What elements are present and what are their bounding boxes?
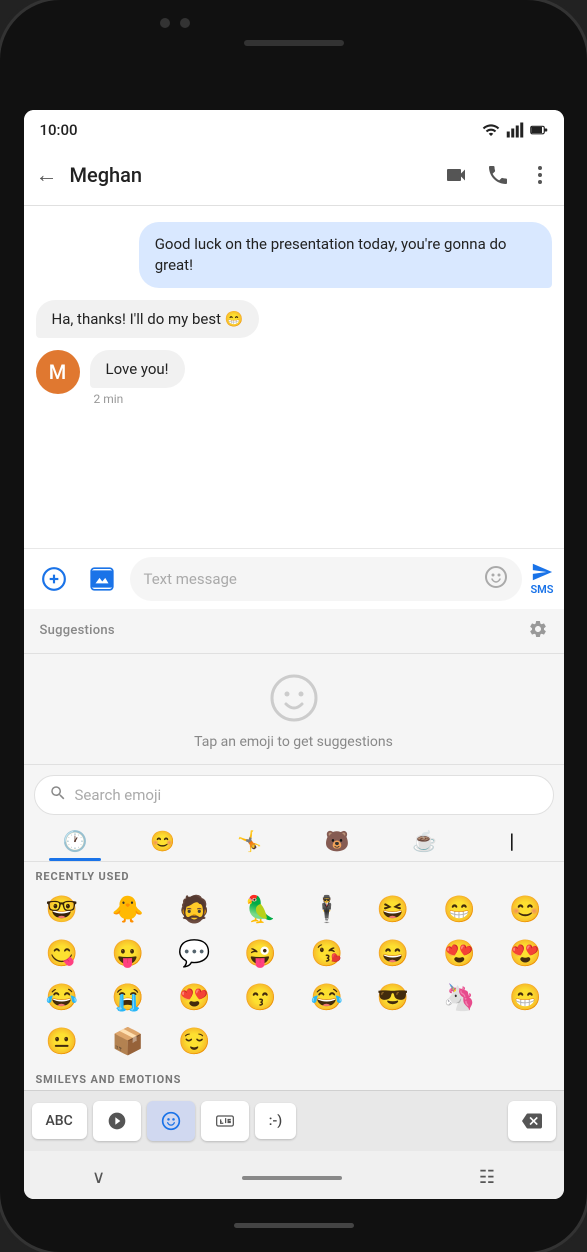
input-row: Text message SMS [24, 548, 564, 609]
emoji-keyboard: Search emoji 🕐 😊 🤸 🐻 ☕ | RECENTLY USED 🤓… [24, 765, 564, 1151]
incoming-bubbles-1: Ha, thanks! I'll do my best 😁 [36, 300, 260, 338]
nav-bar: ∨ ☷ [24, 1151, 564, 1199]
speaker-bar [244, 40, 344, 46]
tab-smileys[interactable]: 😊 [119, 821, 206, 861]
emoji-cell[interactable]: 😭 [96, 977, 160, 1019]
tab-more[interactable]: | [468, 821, 555, 861]
outgoing-message-1: Good luck on the presentation today, you… [139, 222, 552, 288]
emoji-search-box[interactable]: Search emoji [34, 775, 554, 815]
emoji-cell[interactable]: 😂 [295, 977, 359, 1019]
recently-used-label: RECENTLY USED [24, 862, 564, 887]
emoji-cell[interactable]: 🤓 [30, 889, 94, 931]
emoji-cell[interactable]: 🦄 [427, 977, 491, 1019]
add-button[interactable] [34, 559, 74, 599]
incoming-message-1: Ha, thanks! I'll do my best 😁 [36, 300, 260, 338]
backspace-button[interactable] [508, 1101, 556, 1141]
emoji-cell[interactable]: 😘 [295, 933, 359, 975]
text-input-area[interactable]: Text message [130, 557, 523, 601]
emoji-cell[interactable]: 🕴 [295, 889, 359, 931]
app-bar: ← Meghan [24, 146, 564, 206]
avatar: M [36, 350, 80, 394]
emoji-cell[interactable]: 📦 [96, 1021, 160, 1063]
incoming-bubbles-2: Love you! 2 min [90, 350, 185, 406]
emoji-category-tabs: 🕐 😊 🤸 🐻 ☕ | [24, 821, 564, 862]
contact-name: Meghan [70, 163, 444, 187]
emoji-cell[interactable]: 😐 [30, 1021, 94, 1063]
emoji-input-button[interactable] [484, 565, 508, 593]
emoji-keyboard-button[interactable] [147, 1101, 195, 1141]
search-icon [49, 784, 67, 806]
abc-button[interactable]: ABC [32, 1103, 87, 1139]
messages-area: Good luck on the presentation today, you… [24, 206, 564, 548]
emoji-cell[interactable]: 😁 [427, 889, 491, 931]
status-bar: 10:00 [24, 110, 564, 146]
emoji-cell[interactable]: 💬 [162, 933, 226, 975]
emoji-cell[interactable]: 😍 [493, 933, 557, 975]
emoji-cell[interactable]: 😍 [162, 977, 226, 1019]
tab-activities[interactable]: 🤸 [206, 821, 293, 861]
camera-dot-right [180, 18, 190, 28]
status-icons [482, 121, 548, 139]
nav-home-pill[interactable] [242, 1176, 342, 1180]
status-time: 10:00 [40, 121, 78, 139]
emoji-cell[interactable]: 😍 [427, 933, 491, 975]
bottom-indicator [234, 1223, 354, 1228]
emoji-cell[interactable]: 😂 [30, 977, 94, 1019]
message-time: 2 min [90, 392, 185, 406]
media-button[interactable] [82, 559, 122, 599]
emoji-cell[interactable]: 🦜 [228, 889, 292, 931]
smileys-label: SMILEYS AND EMOTIONS [24, 1065, 564, 1090]
emoji-cell[interactable]: 😁 [493, 977, 557, 1019]
suggestions-bar: Suggestions [24, 609, 564, 654]
nav-keyboard-button[interactable]: ☷ [479, 1167, 495, 1188]
camera-dot-left [160, 18, 170, 28]
tab-animals[interactable]: 🐻 [293, 821, 380, 861]
incoming-message-group-2: M Love you! 2 min [36, 350, 552, 406]
wifi-icon [482, 121, 500, 139]
emoji-cell[interactable]: 😛 [96, 933, 160, 975]
message-input-placeholder: Text message [144, 570, 477, 588]
recently-used-grid: 🤓🐥🧔🦜🕴😆😁😊😋😛💬😜😘😄😍😍😂😭😍😙😂😎🦄😁😐📦😌 [24, 887, 564, 1065]
text-emoji-button[interactable]: :-) [255, 1103, 296, 1139]
tap-emoji-hint: Tap an emoji to get suggestions [194, 734, 393, 750]
app-bar-actions [444, 163, 552, 187]
emoji-search-row: Search emoji [24, 765, 564, 821]
phone-frame: 10:00 ← Meghan Good luck on the presenta… [0, 0, 587, 1252]
signal-icon [506, 121, 524, 139]
video-call-icon[interactable] [444, 163, 468, 187]
tab-recent[interactable]: 🕐 [32, 821, 119, 861]
phone-screen: 10:00 ← Meghan Good luck on the presenta… [24, 110, 564, 1199]
phone-call-icon[interactable] [486, 163, 510, 187]
emoji-cell[interactable]: 🧔 [162, 889, 226, 931]
gif-input-button[interactable] [201, 1101, 249, 1141]
more-options-icon[interactable] [528, 163, 552, 187]
search-emoji-placeholder: Search emoji [75, 786, 162, 804]
back-button[interactable]: ← [36, 162, 58, 188]
stickers-button[interactable] [93, 1101, 141, 1141]
sms-send-button[interactable]: SMS [530, 561, 553, 596]
emoji-cell[interactable]: 😄 [361, 933, 425, 975]
emoji-cell[interactable]: 😜 [228, 933, 292, 975]
incoming-message-group-1: Ha, thanks! I'll do my best 😁 [36, 300, 552, 338]
suggestions-gear-button[interactable] [528, 619, 548, 643]
emoji-cell[interactable]: 😆 [361, 889, 425, 931]
battery-icon [530, 121, 548, 139]
incoming-message-2: Love you! [90, 350, 185, 388]
emoji-cell[interactable]: 😋 [30, 933, 94, 975]
nav-back-button[interactable]: ∨ [92, 1167, 105, 1188]
emoji-cell[interactable]: 😊 [493, 889, 557, 931]
suggestions-label: Suggestions [40, 623, 115, 638]
phone-top-bar [0, 0, 587, 54]
emoji-cell[interactable]: 😙 [228, 977, 292, 1019]
emoji-cell[interactable]: 🐥 [96, 889, 160, 931]
emoji-suggestions-area: Tap an emoji to get suggestions [24, 654, 564, 765]
smiley-outline-icon [268, 672, 320, 724]
emoji-cell[interactable]: 😎 [361, 977, 425, 1019]
emoji-cell[interactable]: 😌 [162, 1021, 226, 1063]
phone-bottom-bar [0, 1199, 587, 1252]
tab-food[interactable]: ☕ [381, 821, 468, 861]
keyboard-bottom-row: ABC :-) [24, 1090, 564, 1151]
